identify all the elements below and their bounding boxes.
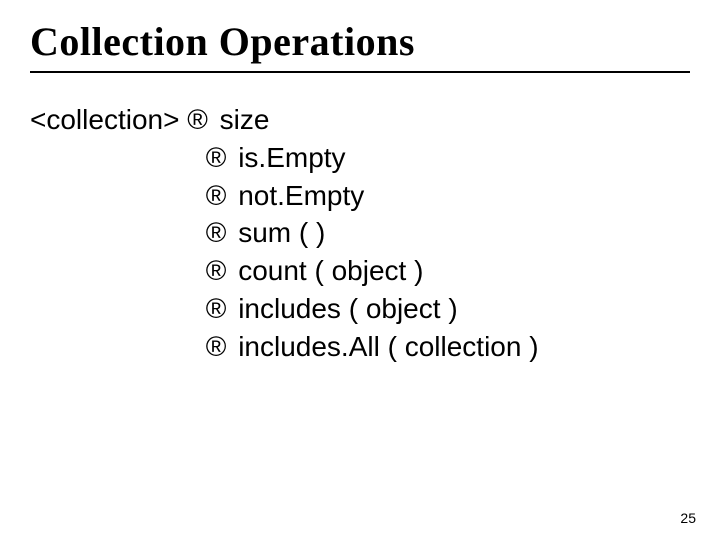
arrow-icon: ® [206,139,231,177]
collection-tag: <collection> [30,101,179,139]
op-row-count: ® count ( object ) [30,252,690,290]
slide: Collection Operations <collection> ® siz… [0,0,720,540]
op-row-size: <collection> ® size [30,101,690,139]
op-row-includesall: ® includes.All ( collection ) [30,328,690,366]
op-label: is.Empty [238,142,345,173]
op-label: includes.All ( collection ) [238,331,538,362]
op-row-isempty: ® is.Empty [30,139,690,177]
op-label: not.Empty [238,180,364,211]
arrow-icon: ® [187,101,212,139]
slide-title: Collection Operations [30,18,690,65]
op-row-includes: ® includes ( object ) [30,290,690,328]
arrow-icon: ® [206,252,231,290]
op-label: count ( object ) [238,255,423,286]
arrow-icon: ® [206,290,231,328]
op-label: size [220,104,270,135]
arrow-icon: ® [206,214,231,252]
op-row-sum: ® sum ( ) [30,214,690,252]
content-block: <collection> ® size ® is.Empty ® not.Emp… [30,101,690,366]
op-row-notempty: ® not.Empty [30,177,690,215]
title-divider [30,71,690,73]
op-label: includes ( object ) [238,293,457,324]
op-label: sum ( ) [238,217,325,248]
arrow-icon: ® [206,328,231,366]
page-number: 25 [680,510,696,526]
arrow-icon: ® [206,177,231,215]
